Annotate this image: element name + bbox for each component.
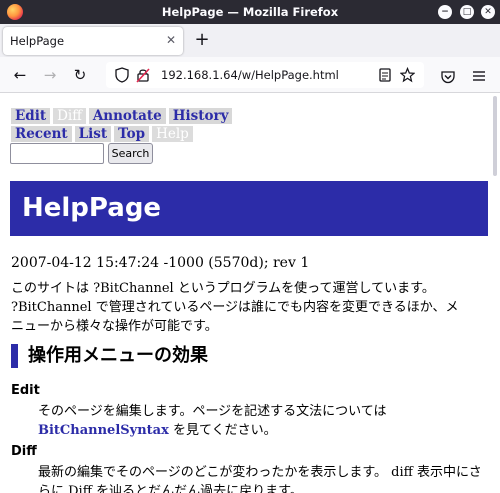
term-edit: Edit xyxy=(11,383,40,398)
navigation-toolbar: ← → ↻ 192.168.1.64/w/HelpPage.html xyxy=(0,57,500,93)
menu-top-link[interactable]: Top xyxy=(114,126,150,142)
tab-close-icon[interactable]: ✕ xyxy=(166,33,176,47)
section-title: 操作用メニューの効果 xyxy=(28,345,208,366)
intro-line-3: ニューから様々な操作が可能です。 xyxy=(11,319,218,334)
pocket-icon[interactable] xyxy=(441,69,455,88)
term-diff: Diff xyxy=(11,444,37,459)
forward-button[interactable]: → xyxy=(38,64,62,86)
bookmark-star-icon[interactable] xyxy=(399,66,416,87)
edit-desc-line-2: BitChannelSyntax を見てください。 xyxy=(38,421,277,440)
diff-desc-line-1: 最新の編集でそのページのどこが変わったかを表示します。 diff 表示中にさ xyxy=(38,465,482,480)
edit-desc-line-1: そのページを編集します。ページを記述する文法については xyxy=(38,404,387,419)
page-content: Edit Diff Annotate History Recent List T… xyxy=(0,94,488,493)
tab-helppage[interactable]: HelpPage ✕ xyxy=(3,27,183,55)
menu-annotate-link[interactable]: Annotate xyxy=(88,108,166,124)
menu-diff-link: Diff xyxy=(53,108,86,124)
menu-list-link[interactable]: List xyxy=(74,126,112,142)
maximize-button[interactable]: □ xyxy=(460,5,474,19)
minimize-button[interactable]: − xyxy=(438,5,452,19)
reader-view-icon[interactable] xyxy=(378,67,392,87)
reload-button[interactable]: ↻ xyxy=(68,64,92,86)
search-input[interactable] xyxy=(10,143,104,164)
menu-recent-link[interactable]: Recent xyxy=(11,126,72,142)
menu-help-link: Help xyxy=(152,126,193,142)
window-title: HelpPage — Mozilla Firefox xyxy=(161,5,339,19)
new-tab-button[interactable]: + xyxy=(192,29,212,51)
edit-desc-line-2-rest: を見てください。 xyxy=(168,423,277,438)
url-text[interactable]: 192.168.1.64/w/HelpPage.html xyxy=(161,68,339,82)
intro-line-1: このサイトは ?BitChannel というプログラムを使って運営しています。 xyxy=(11,281,435,296)
page-header: HelpPage xyxy=(10,181,488,236)
revision-meta: 2007-04-12 15:47:24 -1000 (5570d); rev 1 xyxy=(11,255,310,271)
section-marker xyxy=(11,344,18,368)
wiki-menu-row-1: Edit Diff Annotate History xyxy=(11,108,233,124)
shield-icon[interactable] xyxy=(115,67,129,87)
menu-hamburger-icon[interactable] xyxy=(472,68,486,87)
wiki-menu-row-2: Recent List Top Help xyxy=(11,126,193,142)
menu-history-link[interactable]: History xyxy=(168,108,233,124)
menu-edit-link[interactable]: Edit xyxy=(11,108,51,124)
page-title: HelpPage xyxy=(22,193,162,223)
url-bar[interactable]: 192.168.1.64/w/HelpPage.html xyxy=(106,62,424,88)
insecure-lock-icon[interactable] xyxy=(136,67,150,87)
close-window-button[interactable]: ✕ xyxy=(481,5,495,19)
diff-desc-line-2: らに Diff を辿るとだんだん過去に戻ります。 xyxy=(38,484,303,493)
tab-strip: HelpPage ✕ + xyxy=(0,24,500,57)
bitchannelsyntax-link[interactable]: BitChannelSyntax xyxy=(38,423,169,438)
back-button[interactable]: ← xyxy=(8,64,32,86)
window-titlebar: HelpPage — Mozilla Firefox − □ ✕ xyxy=(0,0,500,24)
page-scrollbar[interactable] xyxy=(488,94,500,493)
search-button[interactable]: Search xyxy=(108,143,153,164)
scrollbar-thumb[interactable] xyxy=(493,96,497,176)
tab-label: HelpPage xyxy=(10,34,65,48)
intro-line-2: ?BitChannel で管理されているページは誰にでも内容を変更できるほか、メ xyxy=(11,300,459,315)
